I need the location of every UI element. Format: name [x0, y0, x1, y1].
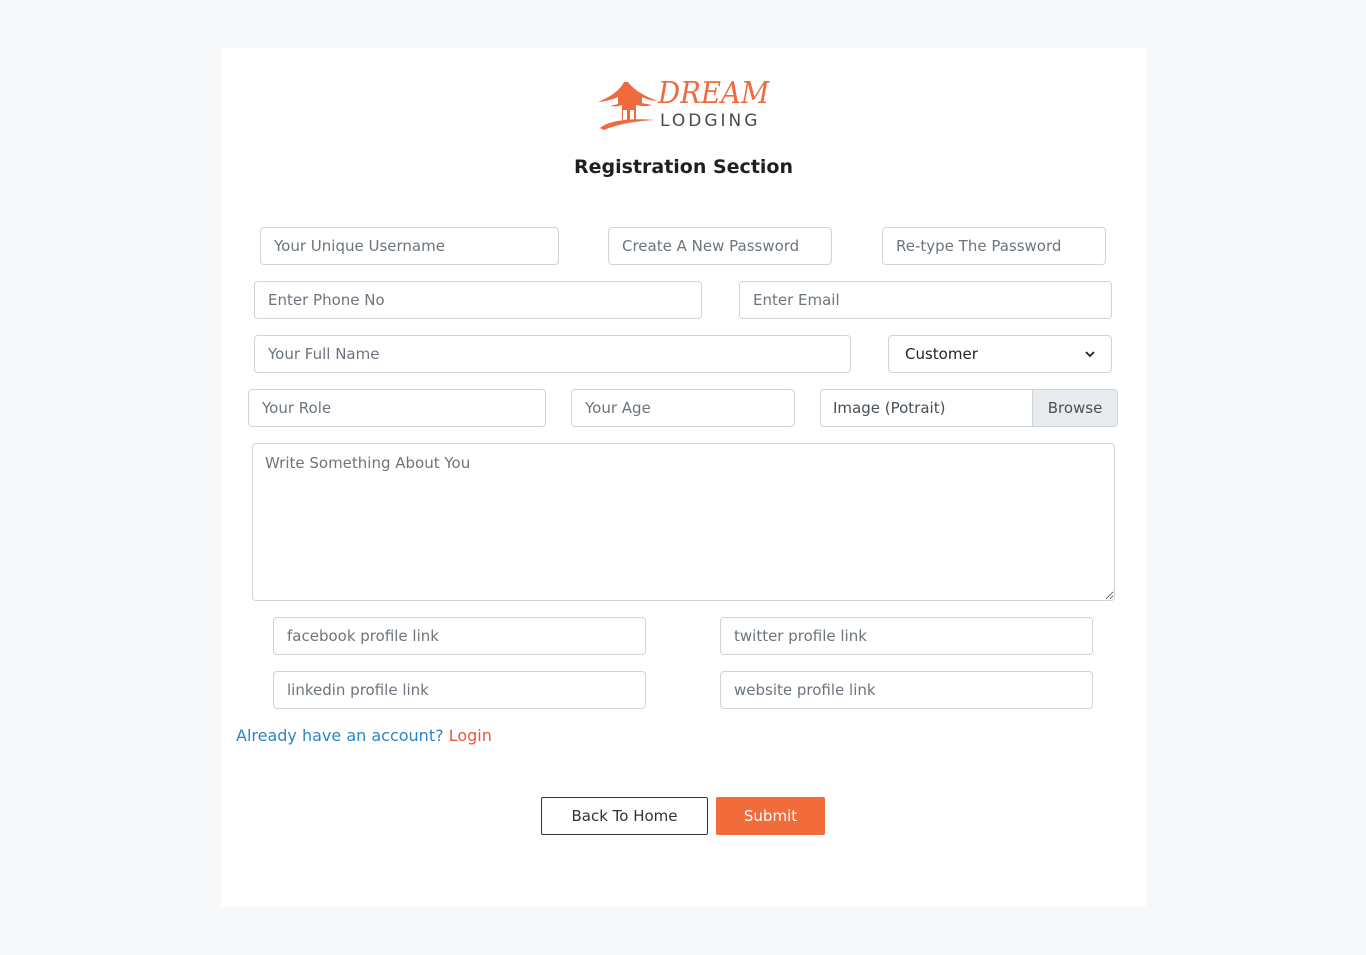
page-title: Registration Section: [573, 156, 793, 178]
login-link[interactable]: Login: [449, 726, 492, 745]
browse-button[interactable]: Browse: [1032, 390, 1117, 426]
phone-field[interactable]: [254, 281, 702, 319]
chevron-down-icon: [1085, 351, 1095, 358]
brand-word-dream: DREAM: [658, 76, 770, 111]
brand-word-lodging: LODGING: [660, 111, 761, 131]
username-field[interactable]: [260, 227, 559, 265]
role-field[interactable]: [248, 389, 546, 427]
back-to-home-button[interactable]: Back To Home: [541, 797, 708, 835]
twitter-field[interactable]: [720, 617, 1093, 655]
retype-password-field[interactable]: [882, 227, 1106, 265]
facebook-field[interactable]: [273, 617, 646, 655]
fullname-field[interactable]: [254, 335, 851, 373]
password-field[interactable]: [608, 227, 832, 265]
about-textarea[interactable]: [252, 443, 1115, 601]
account-prompt: Already have an account? Login: [236, 726, 492, 746]
submit-button[interactable]: Submit: [716, 797, 825, 835]
email-field[interactable]: [739, 281, 1112, 319]
image-upload-label: Image (Potrait): [833, 399, 946, 417]
pagoda-icon: [598, 76, 658, 130]
account-type-value: Customer: [905, 345, 978, 363]
linkedin-field[interactable]: [273, 671, 646, 709]
account-type-select[interactable]: Customer: [888, 335, 1112, 373]
image-upload[interactable]: Image (Potrait) Browse: [820, 389, 1118, 427]
account-question: Already have an account?: [236, 726, 444, 745]
age-field[interactable]: [571, 389, 795, 427]
brand-logo: DREAM LODGING: [592, 74, 778, 134]
website-field[interactable]: [720, 671, 1093, 709]
